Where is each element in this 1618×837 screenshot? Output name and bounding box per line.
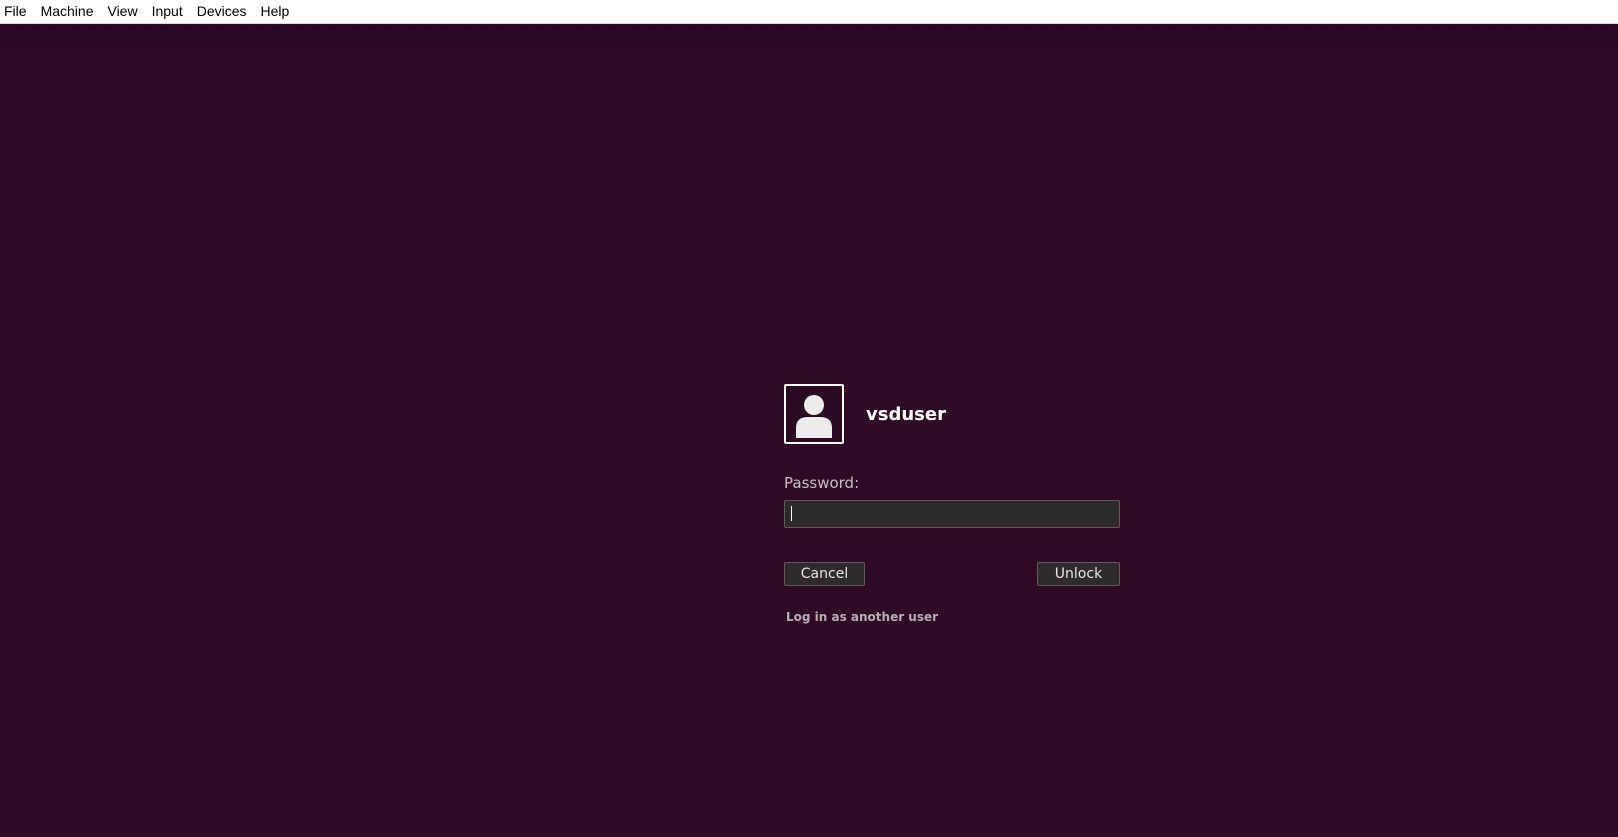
username-label: vsduser xyxy=(866,404,946,425)
unlock-button[interactable]: Unlock xyxy=(1037,562,1120,586)
menu-file[interactable]: File xyxy=(0,0,37,24)
user-silhouette-icon xyxy=(796,395,832,438)
user-avatar xyxy=(784,384,844,444)
text-cursor xyxy=(791,506,792,521)
user-row: vsduser xyxy=(784,384,1124,448)
password-input[interactable] xyxy=(784,500,1120,528)
menu-machine[interactable]: Machine xyxy=(37,0,104,24)
unlock-dialog: vsduser Password: Cancel Unlock Log in a… xyxy=(784,384,1124,624)
menu-devices[interactable]: Devices xyxy=(193,0,257,24)
menu-input[interactable]: Input xyxy=(148,0,193,24)
log-in-as-another-user-link[interactable]: Log in as another user xyxy=(786,610,938,624)
menu-view[interactable]: View xyxy=(103,0,147,24)
menu-bar: File Machine View Input Devices Help xyxy=(0,0,1618,24)
menu-help[interactable]: Help xyxy=(257,0,300,24)
cancel-button[interactable]: Cancel xyxy=(784,562,865,586)
password-label: Password: xyxy=(784,474,860,492)
password-field-wrapper xyxy=(784,500,1120,528)
